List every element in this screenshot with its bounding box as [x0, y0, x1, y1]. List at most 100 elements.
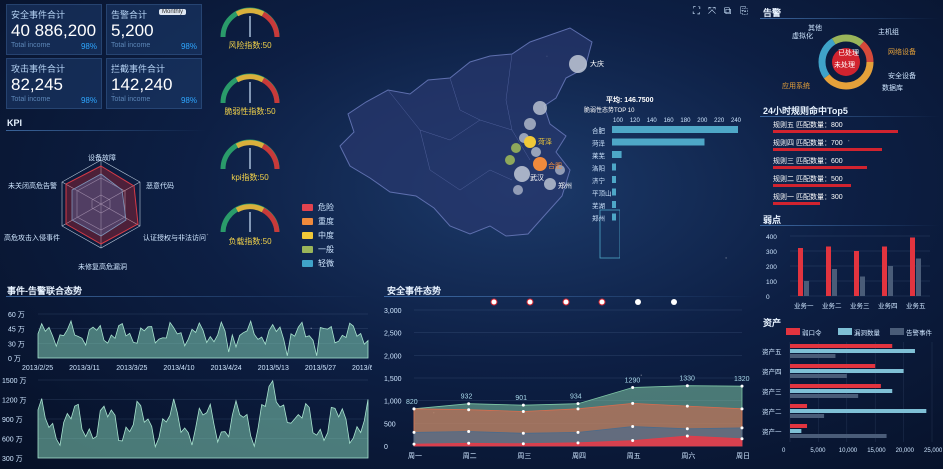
asset-x-tick: 5,000	[810, 448, 826, 454]
weak-y-tick: 200	[766, 264, 777, 271]
asset-y-label: 资产三	[762, 387, 782, 396]
sec-legend-dot[interactable]	[526, 298, 534, 306]
toolbar-restore-icon[interactable]: ⧉	[724, 6, 731, 17]
map-label-wuhan: 武汉	[530, 173, 544, 182]
toolbar-fullscreen-icon[interactable]: ⛶	[693, 6, 700, 17]
vuln-bar	[612, 188, 616, 196]
sec-point	[631, 439, 635, 443]
asset-bar	[790, 394, 859, 398]
vuln-bar	[612, 213, 616, 221]
vuln-chart-subtitle: 脆弱性态势TOP 10	[584, 106, 635, 114]
asset-x-tick: 25,000	[924, 448, 942, 454]
weak-bar	[910, 237, 915, 296]
asset-x-tick: 20,000	[896, 448, 915, 454]
trend-y-tick: 600 万	[2, 436, 23, 444]
asset-bar	[790, 414, 825, 418]
kpi-value: 5,200	[111, 21, 154, 40]
kpi-sub: Total income	[11, 42, 51, 49]
gauge-label: 风险指数:50	[228, 41, 272, 50]
vuln-x-tick: 200	[697, 118, 708, 124]
kpi-title: 拦截事件合计	[111, 64, 166, 74]
trend-y-tick: 1500 万	[2, 377, 27, 385]
sec-point	[467, 441, 471, 445]
top5-rule-bar	[773, 130, 898, 133]
weak-y-tick: 300	[766, 249, 777, 256]
legend-swatch	[302, 260, 313, 268]
top5-rule-label: 规则一 匹配数量：300	[773, 194, 843, 201]
map-shape	[339, 27, 593, 237]
sec-legend-dot[interactable]	[635, 299, 641, 305]
monthly-badge[interactable]: Monthly	[159, 9, 187, 15]
trend-y-tick: 30 万	[8, 340, 25, 348]
vuln-bar	[612, 138, 705, 146]
kpi-sub: Total income	[111, 96, 151, 103]
sec-y-tick: 0	[384, 444, 388, 451]
gauge-column	[220, 7, 280, 232]
sec-legend-dot[interactable]	[598, 298, 606, 306]
kpi-card-blocked: 拦截事件合计 142,240 Total income 98%	[106, 58, 202, 109]
sec-legend-dot[interactable]	[490, 298, 498, 306]
kpi-value: 142,240	[111, 75, 173, 94]
sec-point	[576, 402, 580, 406]
trend-bottom-area	[37, 379, 369, 459]
trend-divider	[6, 296, 366, 297]
sec-point	[685, 404, 689, 408]
sec-data-label: 932	[461, 394, 473, 401]
vuln-top10-chart: 平均: 146.7500 脆弱性态势TOP 10 100 120 140 160 180…	[584, 95, 742, 222]
donut-label: 安全设备	[888, 71, 916, 80]
asset-x-tick: 10,000	[839, 448, 858, 454]
weak-x-label: 业务五	[906, 301, 926, 310]
map-label-daqing: 大庆	[590, 59, 604, 68]
weak-bar	[832, 269, 837, 296]
sec-legend-dot[interactable]	[562, 298, 570, 306]
vuln-chart-title: 平均: 146.7500	[606, 95, 654, 104]
asset-legend: 弱口令 漏洞数量 告警事件	[786, 328, 933, 337]
top5-rule-bar	[773, 184, 851, 187]
radar-label: 设备故障	[88, 153, 116, 162]
sec-y-tick: 2,000	[384, 353, 402, 360]
toolbar-save-icon[interactable]: ⎘	[740, 6, 748, 17]
vuln-y-label: 济宁	[592, 176, 606, 185]
sec-point	[467, 402, 471, 406]
donut-label: 数据库	[882, 83, 903, 92]
kpi-pct: 98%	[80, 42, 97, 51]
kpi-pct: 98%	[80, 96, 97, 105]
trend-y-tick: 900 万	[2, 416, 23, 424]
weak-x-label: 业务四	[878, 301, 898, 310]
vuln-y-label: 菏泽	[592, 139, 606, 148]
weak-bar	[860, 276, 865, 296]
vuln-x-tick: 180	[680, 118, 691, 124]
sec-data-label: 1320	[734, 376, 750, 383]
sec-x-label: 周二	[463, 452, 477, 460]
sec-point	[467, 429, 471, 433]
china-map[interactable]: 大庆 菏泽 合肥 武汉 郑州	[330, 20, 620, 270]
gauge-kpi	[220, 139, 280, 170]
radar-label: 认证授权与非法访问	[143, 233, 206, 242]
sec-legend-dot[interactable]	[671, 299, 677, 305]
vuln-x-tick: 100	[613, 118, 624, 124]
asset-legend-label: 告警事件	[906, 328, 933, 337]
vuln-x-tick: 120	[630, 118, 641, 124]
sec-x-label: 周日	[736, 452, 750, 460]
vuln-bar	[612, 176, 616, 183]
top5-rule-label: 规则四 匹配数量：700	[773, 140, 843, 147]
sec-data-label: 1330	[679, 376, 695, 383]
toolbar-transform-icon[interactable]: ⤧	[708, 6, 716, 17]
vuln-y-label: 莱芜	[592, 151, 606, 160]
trend-y-tick: 300 万	[2, 455, 23, 463]
trend-bottom-chart: 300 万 600 万 900 万 1200 万 1500 万	[2, 377, 369, 463]
vuln-bar	[612, 163, 616, 171]
sec-point	[412, 442, 416, 446]
vuln-bar	[612, 151, 622, 158]
sec-legend-dots[interactable]	[490, 298, 677, 306]
vuln-bars: 合肥菏泽莱芜洛阳济宁平顶山芜湖郑州	[592, 126, 738, 222]
top5-rule-label: 规则五 匹配数量：800	[773, 122, 843, 129]
vuln-x-tick: 140	[647, 118, 658, 124]
kpi-value: 40 886,200	[11, 21, 97, 40]
sec-x-label: 周三	[517, 452, 531, 460]
asset-legend-swatch	[890, 328, 904, 335]
kpi-pct: 98%	[180, 96, 197, 105]
vuln-y-label: 芜湖	[592, 201, 606, 210]
sec-point	[576, 407, 580, 411]
kpi-title: 安全事件合计	[11, 10, 66, 20]
